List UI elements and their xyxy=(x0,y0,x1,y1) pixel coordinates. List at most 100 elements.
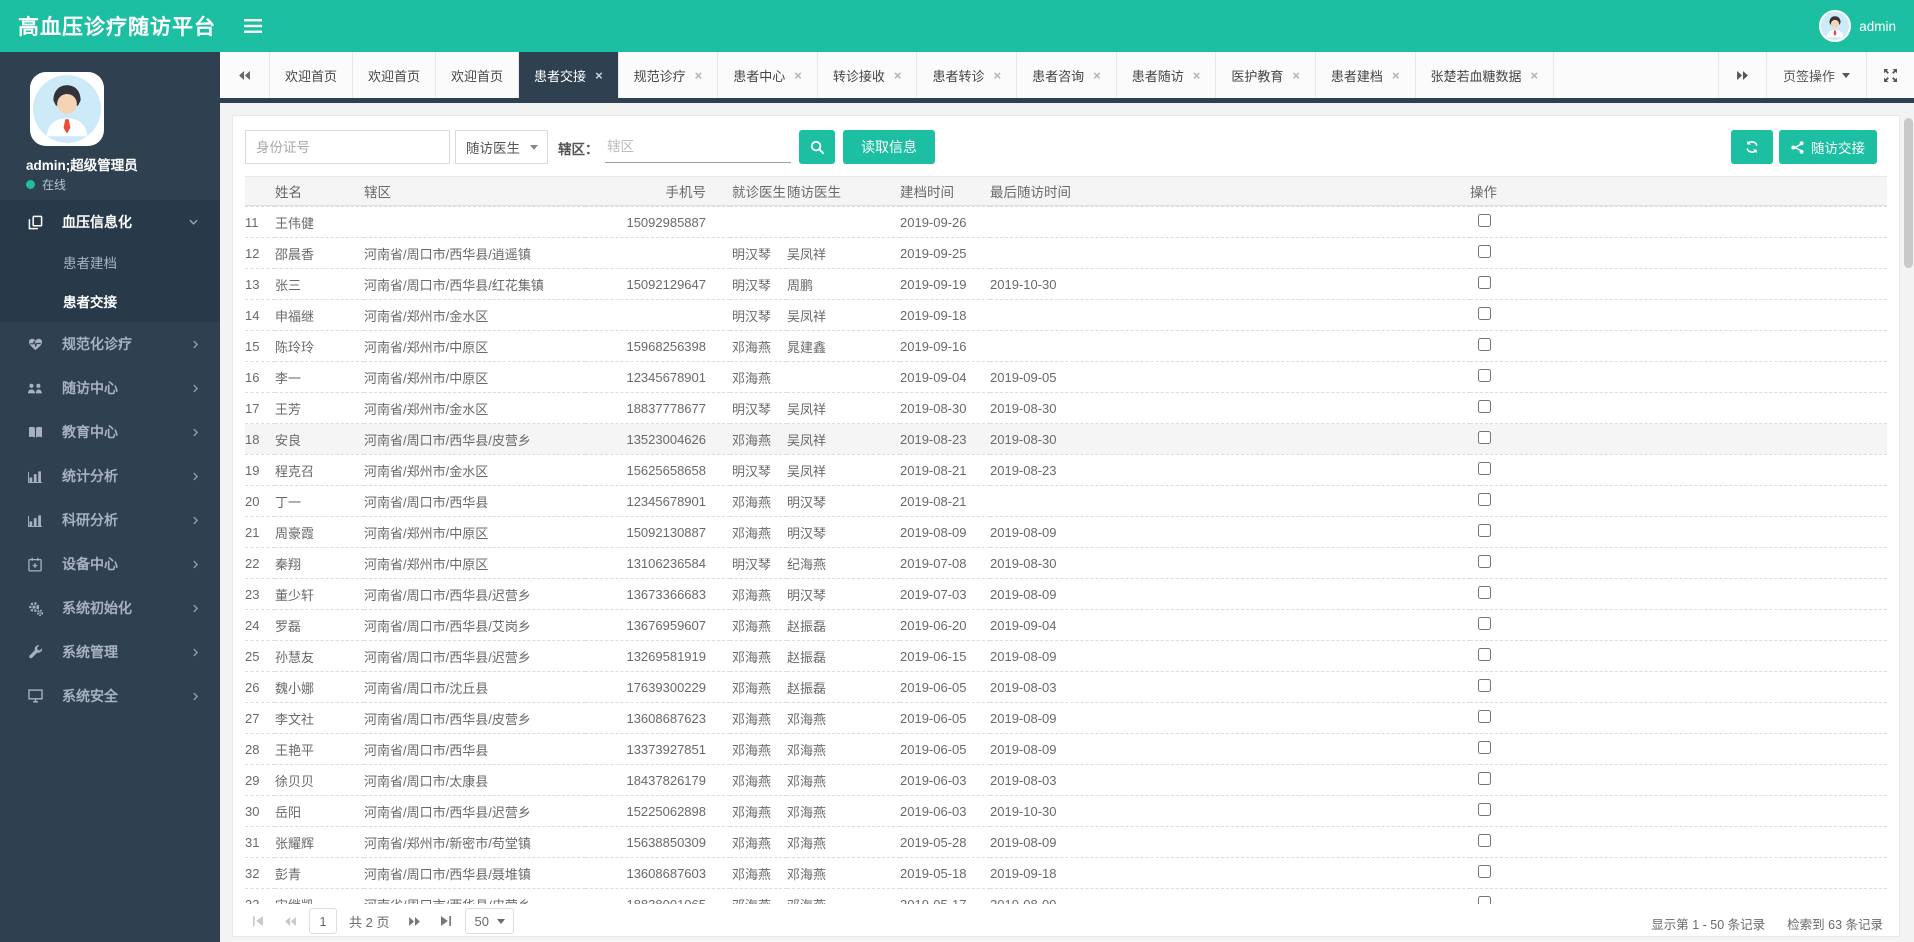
table-row[interactable]: 19 程克召 河南省/郑州市/金水区 15625658658 明汉琴 吴凤祥 2019-08… xyxy=(245,454,1887,486)
close-tab-icon[interactable]: × xyxy=(695,69,703,82)
current-page-box[interactable]: 1 xyxy=(309,908,337,934)
sidebar-subitem-患者交接[interactable]: 患者交接 xyxy=(0,283,220,322)
table-row[interactable]: 30 岳阳 河南省/周口市/西华县/迟营乡 15225062898 邓海燕 邓海燕 2019… xyxy=(245,795,1887,827)
sidebar-item-统计分析[interactable]: 统计分析 xyxy=(0,454,220,498)
row-checkbox[interactable] xyxy=(1478,338,1491,351)
row-checkbox[interactable] xyxy=(1478,586,1491,599)
table-row[interactable]: 20 丁一 河南省/周口市/西华县 12345678901 邓海燕 明汉琴 2019-08-… xyxy=(245,485,1887,517)
table-row[interactable]: 28 王艳平 河南省/周口市/西华县 13373927851 邓海燕 邓海燕 2019-06… xyxy=(245,733,1887,765)
table-row[interactable]: 14 申福继 河南省/郑州市/金水区 明汉琴 吴凤祥 2019-09-18 xyxy=(245,299,1887,331)
tab-欢迎首页[interactable]: 欢迎首页 xyxy=(270,52,354,98)
page-size-select[interactable]: 50 xyxy=(465,908,514,934)
tab-欢迎首页[interactable]: 欢迎首页 xyxy=(436,52,520,98)
row-checkbox[interactable] xyxy=(1478,462,1491,475)
fullscreen-toggle-button[interactable] xyxy=(1866,52,1914,98)
last-page-button[interactable] xyxy=(433,908,459,934)
table-row[interactable]: 26 魏小娜 河南省/周口市/沈丘县 17639300229 邓海燕 赵振磊 2019-06… xyxy=(245,671,1887,703)
tab-actions-dropdown[interactable]: 页签操作 xyxy=(1765,52,1866,98)
row-checkbox[interactable] xyxy=(1478,772,1491,785)
table-row[interactable]: 18 安良 河南省/周口市/西华县/皮营乡 13523004626 邓海燕 吴凤祥 2019… xyxy=(245,423,1887,455)
tab-患者转诊[interactable]: 患者转诊 × xyxy=(917,52,1018,98)
region-input[interactable] xyxy=(605,130,791,163)
profile-avatar[interactable] xyxy=(30,72,104,146)
tab-患者交接[interactable]: 患者交接 × xyxy=(519,52,619,98)
row-checkbox[interactable] xyxy=(1478,648,1491,661)
tab-患者建档[interactable]: 患者建档 × xyxy=(1316,52,1416,98)
tab-患者咨询[interactable]: 患者咨询 × xyxy=(1017,52,1117,98)
table-row[interactable]: 11 王伟健 15092985887 2019-09-26 xyxy=(245,206,1887,238)
row-checkbox[interactable] xyxy=(1478,431,1491,444)
row-checkbox[interactable] xyxy=(1478,493,1491,506)
table-row[interactable]: 29 徐贝贝 河南省/周口市/太康县 18437826179 邓海燕 邓海燕 2019-06… xyxy=(245,764,1887,796)
sidebar-item-系统管理[interactable]: 系统管理 xyxy=(0,630,220,674)
row-checkbox[interactable] xyxy=(1478,710,1491,723)
row-checkbox[interactable] xyxy=(1478,307,1491,320)
table-row[interactable]: 17 王芳 河南省/郑州市/金水区 18837778677 明汉琴 吴凤祥 2019-08-… xyxy=(245,392,1887,424)
table-row[interactable]: 24 罗磊 河南省/周口市/西华县/艾岗乡 13676959607 邓海燕 赵振磊 2019… xyxy=(245,609,1887,641)
sidebar-toggle-button[interactable] xyxy=(244,19,262,33)
table-row[interactable]: 12 邵晨香 河南省/周口市/西华县/逍遥镇 明汉琴 吴凤祥 2019-09-25 xyxy=(245,237,1887,269)
refresh-button[interactable] xyxy=(1731,130,1773,164)
close-tab-icon[interactable]: × xyxy=(1193,69,1201,82)
row-checkbox[interactable] xyxy=(1478,555,1491,568)
sidebar-item-随访中心[interactable]: 随访中心 xyxy=(0,366,220,410)
close-tab-icon[interactable]: × xyxy=(894,69,902,82)
row-checkbox[interactable] xyxy=(1478,741,1491,754)
tab-规范诊疗[interactable]: 规范诊疗 × xyxy=(619,52,719,98)
sidebar-subitem-患者建档[interactable]: 患者建档 xyxy=(0,244,220,283)
row-checkbox[interactable] xyxy=(1478,617,1491,630)
table-row[interactable]: 31 张耀辉 河南省/郑州市/新密市/苟堂镇 15638850309 邓海燕 邓海燕 201… xyxy=(245,826,1887,858)
table-row[interactable]: 25 孙慧友 河南省/周口市/西华县/迟营乡 13269581919 邓海燕 赵振磊 201… xyxy=(245,640,1887,672)
table-row[interactable]: 16 李一 河南省/郑州市/中原区 12345678901 邓海燕 2019-09-04 2… xyxy=(245,361,1887,393)
next-page-button[interactable] xyxy=(401,908,427,934)
header-user[interactable]: admin xyxy=(1819,0,1896,52)
row-checkbox[interactable] xyxy=(1478,679,1491,692)
row-checkbox[interactable] xyxy=(1478,214,1491,227)
scroll-tabs-right-button[interactable] xyxy=(1717,52,1766,98)
row-checkbox[interactable] xyxy=(1478,369,1491,382)
sidebar-item-规范化诊疗[interactable]: 规范化诊疗 xyxy=(0,322,220,366)
sidebar-item-教育中心[interactable]: 教育中心 xyxy=(0,410,220,454)
table-row[interactable]: 27 李文社 河南省/周口市/西华县/皮营乡 13608687623 邓海燕 邓海燕 201… xyxy=(245,702,1887,734)
sidebar-item-血压信息化[interactable]: 血压信息化 xyxy=(0,200,220,244)
tab-医护教育[interactable]: 医护教育 × xyxy=(1216,52,1316,98)
close-tab-icon[interactable]: × xyxy=(794,69,802,82)
tab-欢迎首页[interactable]: 欢迎首页 xyxy=(353,52,437,98)
close-tab-icon[interactable]: × xyxy=(595,69,603,82)
tab-患者中心[interactable]: 患者中心 × xyxy=(718,52,818,98)
follow-transfer-button[interactable]: 随访交接 xyxy=(1779,130,1877,164)
close-tab-icon[interactable]: × xyxy=(1292,69,1300,82)
row-checkbox[interactable] xyxy=(1478,803,1491,816)
sidebar-item-科研分析[interactable]: 科研分析 xyxy=(0,498,220,542)
close-tab-icon[interactable]: × xyxy=(994,69,1002,82)
table-row[interactable]: 13 张三 河南省/周口市/西华县/红花集镇 15092129647 明汉琴 周鹏 2019… xyxy=(245,268,1887,300)
row-checkbox[interactable] xyxy=(1478,245,1491,258)
table-row[interactable]: 32 彭青 河南省/周口市/西华县/聂堆镇 13608687603 邓海燕 邓海燕 2019… xyxy=(245,857,1887,889)
sidebar-item-系统初始化[interactable]: 系统初始化 xyxy=(0,586,220,630)
table-row[interactable]: 15 陈玲玲 河南省/郑州市/中原区 15968256398 邓海燕 晁建鑫 2019-09… xyxy=(245,330,1887,362)
close-tab-icon[interactable]: × xyxy=(1392,69,1400,82)
prev-page-button[interactable] xyxy=(277,908,303,934)
page-scrollbar-thumb[interactable] xyxy=(1904,118,1913,268)
scroll-tabs-left-button[interactable] xyxy=(220,52,270,98)
read-info-button[interactable]: 读取信息 xyxy=(843,130,935,164)
first-page-button[interactable] xyxy=(245,908,271,934)
close-tab-icon[interactable]: × xyxy=(1531,69,1539,82)
table-row[interactable]: 21 周豪霞 河南省/郑州市/中原区 15092130887 邓海燕 明汉琴 2019-08… xyxy=(245,516,1887,548)
row-checkbox[interactable] xyxy=(1478,276,1491,289)
row-checkbox[interactable] xyxy=(1478,400,1491,413)
close-tab-icon[interactable]: × xyxy=(1093,69,1101,82)
row-checkbox[interactable] xyxy=(1478,865,1491,878)
table-row[interactable]: 23 董少轩 河南省/周口市/西华县/迟营乡 13673366683 邓海燕 明汉琴 201… xyxy=(245,578,1887,610)
sidebar-item-系统安全[interactable]: 系统安全 xyxy=(0,674,220,718)
tab-患者随访[interactable]: 患者随访 × xyxy=(1117,52,1217,98)
follow-doctor-select[interactable]: 随访医生 xyxy=(455,130,548,164)
table-row[interactable]: 33宋继凯河南省/周口市/西华县/皮营乡18838001065邓海燕邓海燕201… xyxy=(245,888,1887,904)
row-checkbox[interactable] xyxy=(1478,524,1491,537)
tab-转诊接收[interactable]: 转诊接收 × xyxy=(818,52,918,98)
table-row[interactable]: 22 秦翔 河南省/郑州市/中原区 13106236584 明汉琴 纪海燕 2019-07-… xyxy=(245,547,1887,579)
sidebar-item-设备中心[interactable]: 设备中心 xyxy=(0,542,220,586)
tab-张楚若血糖数据[interactable]: 张楚若血糖数据 × xyxy=(1416,52,1555,98)
search-button[interactable] xyxy=(799,130,835,164)
id-card-input[interactable] xyxy=(245,130,450,164)
